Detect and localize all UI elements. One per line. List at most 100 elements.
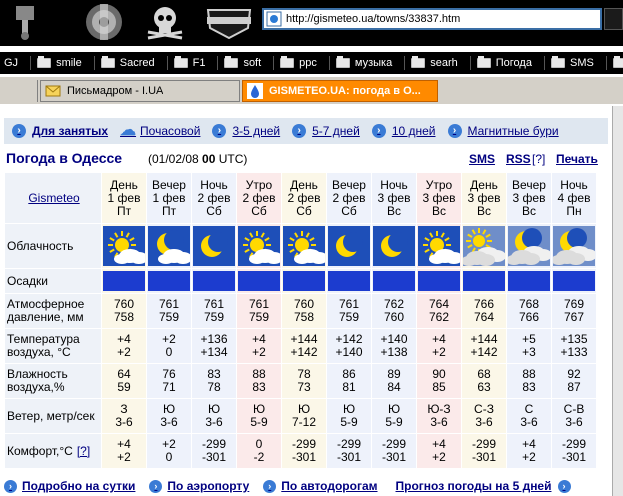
brand-cell: Gismeteo [5, 173, 101, 223]
period-header-evening: Вечер 1 фев Пт [147, 173, 191, 223]
print-link[interactable]: Печать [556, 152, 598, 166]
favorite-folder[interactable]: ppc [273, 56, 329, 70]
period-period: Ночь [560, 177, 588, 192]
temperature-value: +3 [522, 345, 536, 359]
sms-link[interactable]: SMS [469, 152, 495, 166]
period-period: Вечер [512, 177, 546, 192]
nav-link[interactable]: ☁ Почасовой [120, 123, 201, 139]
bottom-link[interactable]: › По автодорогам [263, 479, 378, 493]
rss-link[interactable]: RSS [506, 152, 531, 166]
address-bar[interactable]: http://gismeteo.ua/towns/33837.htm [262, 8, 602, 30]
wind-value: 5-9 [385, 415, 403, 429]
favorite-folder[interactable]: searh [404, 56, 470, 70]
favorite-folder[interactable]: музыка [328, 56, 404, 70]
period-header-night: Ночь 2 фев Сб [192, 173, 236, 223]
temperature-cell: +4 +2 [237, 329, 281, 363]
nav-link[interactable]: › Магнитные бури [447, 124, 559, 138]
favorite-folder[interactable]: F1 [166, 56, 218, 70]
humidity-cell: 64 59 [102, 364, 146, 398]
period-header-evening: Вечер 2 фев Сб [327, 173, 371, 223]
arrow-right-icon: › [212, 124, 227, 138]
favorite-folder[interactable]: GJ [0, 56, 30, 70]
humidity-cell: 78 73 [282, 364, 326, 398]
period-header-night: Ночь 4 фев Пн [552, 173, 596, 223]
favorite-label: smile [56, 57, 82, 69]
humidity-value: 83 [252, 380, 266, 394]
temperature-cell: +142 +140 [327, 329, 371, 363]
nav-link-label: Почасовой [140, 124, 201, 138]
address-go-button[interactable] [604, 8, 623, 30]
period-dow: Сб [341, 203, 357, 218]
vertical-scrollbar[interactable] [612, 106, 623, 496]
period-dow: Сб [251, 203, 267, 218]
humidity-value: 81 [342, 380, 356, 394]
pressure-cell: 761 759 [327, 294, 371, 328]
rss-help-link[interactable]: [?] [532, 152, 545, 166]
forecast-table: Gismeteo День 1 фев Пт Вечер 1 фев Пт Ночь 2 фев… [4, 172, 597, 469]
favorite-folder[interactable]: Погода [469, 56, 544, 70]
period-dow: Пн [566, 203, 582, 218]
bottom-link[interactable]: › По аэропорту [149, 479, 249, 493]
comfort-cell: -299 -301 [282, 434, 326, 468]
temperature-value: +134 [200, 345, 228, 359]
favorite-folder[interactable]: soft [217, 56, 273, 70]
wind-value: 3-6 [520, 415, 538, 429]
temperature-cell: +2 0 [147, 329, 191, 363]
no-precipitation-bar [238, 271, 280, 291]
folder-icon [476, 56, 491, 68]
precipitation-cell [327, 269, 371, 293]
humidity-cell: 68 63 [462, 364, 506, 398]
bottom-link-label: По аэропорту [167, 479, 250, 493]
bottom-link[interactable]: › Подробно на сутки [4, 479, 135, 493]
nav-link[interactable]: › 5-7 дней [292, 124, 360, 138]
pressure-value: 764 [473, 310, 495, 324]
period-header-day: День 1 фев Пт [102, 173, 146, 223]
humidity-label: Влажность воздуха,% [5, 364, 101, 398]
period-header-evening: Вечер 3 фев Вс [507, 173, 551, 223]
comfort-help-link[interactable]: [?] [77, 444, 90, 458]
pressure-row: Атмосферное давление, мм 760 758 761 759 761 7… [5, 294, 596, 328]
nav-link[interactable]: › 10 дней [371, 124, 436, 138]
harley-davidson-logo[interactable] [204, 2, 254, 42]
precipitation-cell [282, 269, 326, 293]
comfort-value: -301 [561, 450, 587, 464]
piston-icon[interactable] [2, 2, 48, 42]
favorite-folder[interactable]: smile [30, 56, 94, 70]
favorite-folder[interactable]: SMS [543, 56, 606, 70]
nav-link[interactable]: › 3-5 дней [212, 124, 280, 138]
comfort-value: -301 [336, 450, 362, 464]
humidity-value: 78 [207, 380, 221, 394]
skull-icon[interactable] [142, 2, 188, 42]
humidity-value: 84 [387, 380, 401, 394]
motorcycle-icon[interactable] [78, 2, 134, 42]
forecast-date: (01/02/08 00 UTC) [148, 152, 248, 166]
period-dow: Пт [116, 203, 132, 218]
period-period: Ночь [200, 177, 228, 192]
nav-link[interactable]: › Для занятых [12, 124, 108, 138]
favorite-label: музыка [354, 57, 393, 69]
tab-label: Письмадром - I.UA [67, 85, 164, 97]
period-day: 2 фев [287, 190, 321, 205]
favorite-folder[interactable]: video [605, 56, 623, 70]
period-day: 2 фев [332, 190, 366, 205]
pressure-label-text: Атмосферное давление, мм [7, 297, 85, 324]
humidity-cell: 76 71 [147, 364, 191, 398]
comfort-cell: +4 +2 [102, 434, 146, 468]
gismeteo-link[interactable]: Gismeteo [28, 191, 79, 205]
tab-letters[interactable]: Письмадром - I.UA [40, 80, 240, 102]
tab-gismeteo[interactable]: GISMETEO.UA: погода в О... [242, 80, 438, 102]
arrow-right-icon: › [263, 479, 277, 493]
bottom-link[interactable]: Прогноз погоды на 5 дней › [396, 479, 571, 493]
temperature-row: Температура воздуха, °С +4 +2 +2 0 +136 +134 +4… [5, 329, 596, 363]
favorite-folder[interactable]: Sacred [93, 56, 167, 70]
wind-cell: Ю-З 3-6 [417, 399, 461, 433]
favorite-label: F1 [192, 57, 206, 69]
period-dow: Вс [521, 203, 536, 218]
comfort-cell: -299 -301 [462, 434, 506, 468]
folder-icon [335, 56, 350, 68]
humidity-cell: 88 83 [507, 364, 551, 398]
address-url: http://gismeteo.ua/towns/33837.htm [286, 13, 461, 25]
humidity-value: 63 [477, 380, 491, 394]
period-dow: Вс [386, 203, 401, 218]
favorite-label: soft [243, 57, 262, 69]
